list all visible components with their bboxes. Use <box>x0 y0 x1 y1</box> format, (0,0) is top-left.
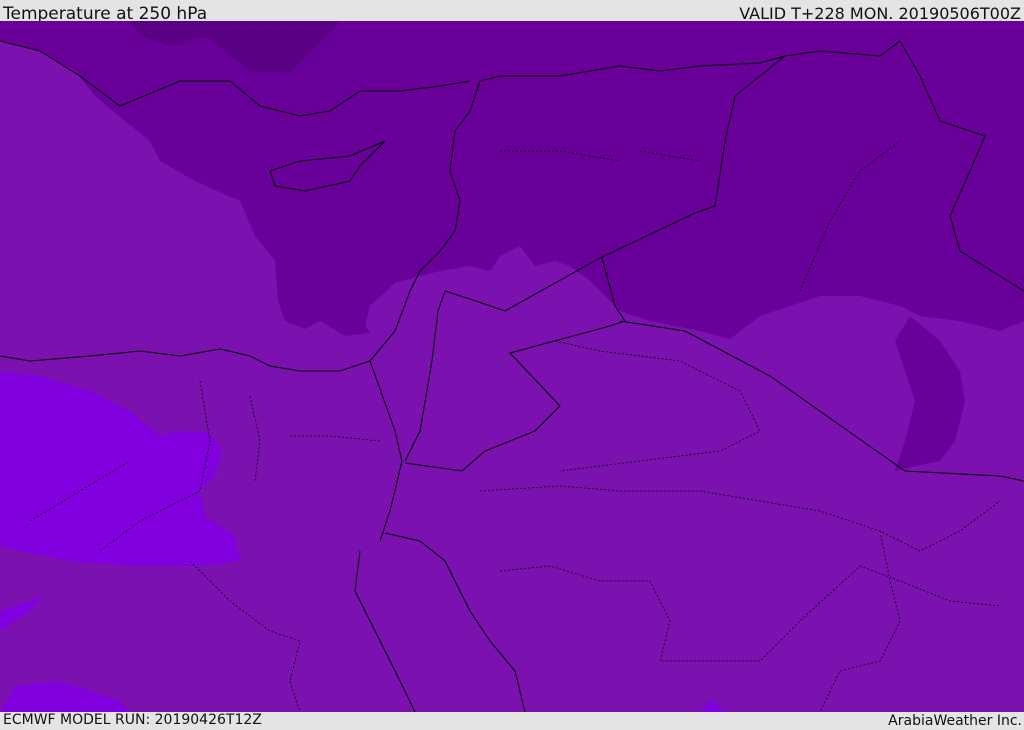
credit: ArabiaWeather Inc. <box>888 713 1022 729</box>
temperature-map <box>0 21 1024 712</box>
model-run: ECMWF MODEL RUN: 20190426T12Z <box>3 712 262 728</box>
header-bar: Temperature at 250 hPa VALID T+228 MON. … <box>0 0 1024 24</box>
footer-bar: ECMWF MODEL RUN: 20190426T12Z ArabiaWeat… <box>0 712 1024 729</box>
